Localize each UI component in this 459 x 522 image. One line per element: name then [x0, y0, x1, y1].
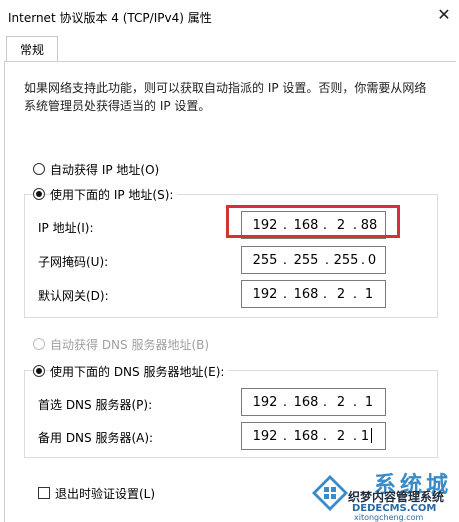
adns-octet-2: 168 [293, 429, 319, 444]
validate-on-exit-checkbox[interactable] [38, 487, 50, 499]
mask-octet-2: 255 [293, 253, 319, 268]
pdns-octet-3: 2 [336, 395, 346, 410]
preferred-dns-field[interactable]: 192 . 168 . 2 . 1 [241, 388, 386, 416]
ip-address-label: IP 地址(I): [38, 221, 94, 235]
adns-octet-3: 2 [336, 429, 346, 444]
ip-dot: . [282, 395, 288, 410]
validate-on-exit-label[interactable]: 退出时验证设置(L) [55, 485, 155, 502]
highlight-box [226, 205, 400, 238]
subnet-mask-label: 子网掩码(U): [38, 255, 109, 269]
title-bar: Internet 协议版本 4 (TCP/IPv4) 属性 ✕ [0, 0, 459, 32]
watermark-url: xitongcheng.com [354, 513, 424, 522]
ip-dot: . [282, 429, 288, 444]
preferred-dns-label: 首选 DNS 服务器(P): [38, 398, 153, 412]
pdns-octet-2: 168 [293, 395, 319, 410]
gw-octet-3: 2 [336, 287, 346, 302]
default-gateway-field[interactable]: 192 . 168 . 2 . 1 [241, 280, 386, 308]
manual-ip-radio-label[interactable]: 使用下面的 IP 地址(S): [50, 186, 178, 203]
auto-dns-radio[interactable] [33, 338, 45, 350]
ip-dot: . [282, 253, 288, 268]
adns-octet-1: 192 [252, 429, 278, 444]
subnet-mask-field[interactable]: 255 . 255 . 255 . 0 [241, 246, 386, 274]
text-caret [371, 428, 372, 443]
window-title: Internet 协议版本 4 (TCP/IPv4) 属性 [8, 11, 212, 25]
alternate-dns-field[interactable]: 192 . 168 . 2 . 1 [241, 422, 386, 450]
auto-dns-radio-label: 自动获得 DNS 服务器地址(B) [50, 338, 210, 352]
pdns-octet-4: 1 [364, 395, 374, 410]
gw-octet-1: 192 [252, 287, 278, 302]
pdns-octet-1: 192 [252, 395, 278, 410]
ip-dot: . [322, 429, 328, 444]
description-text: 如果网络支持此功能，则可以获取自动指派的 IP 设置。否则，你需要从网络系统管理… [24, 81, 427, 113]
auto-ip-radio-label[interactable]: 自动获得 IP 地址(O) [50, 161, 159, 178]
manual-dns-radio[interactable] [33, 365, 45, 377]
alternate-dns-label: 备用 DNS 服务器(A): [38, 431, 154, 445]
tab-general[interactable]: 常规 [6, 36, 58, 63]
ip-dot: . [322, 395, 328, 410]
ip-dot: . [282, 287, 288, 302]
watermark: 系统城 织梦内容管理系统 DEDECMS.COM xitongcheng.com [304, 465, 459, 522]
manual-ip-radio[interactable] [33, 188, 45, 200]
ip-dot: . [322, 287, 328, 302]
mask-octet-4: 0 [367, 253, 377, 268]
windows-logo-icon [312, 475, 348, 511]
default-gateway-label: 默认网关(D): [38, 289, 109, 303]
tab-strip: 常规 [0, 32, 459, 63]
manual-dns-radio-label[interactable]: 使用下面的 DNS 服务器地址(E): [50, 363, 229, 380]
auto-ip-radio[interactable] [33, 163, 45, 175]
gw-octet-4: 1 [364, 287, 374, 302]
gw-octet-2: 168 [293, 287, 319, 302]
adns-octet-4: 1 [360, 429, 370, 444]
close-icon[interactable]: ✕ [432, 3, 456, 27]
mask-octet-1: 255 [252, 253, 278, 268]
